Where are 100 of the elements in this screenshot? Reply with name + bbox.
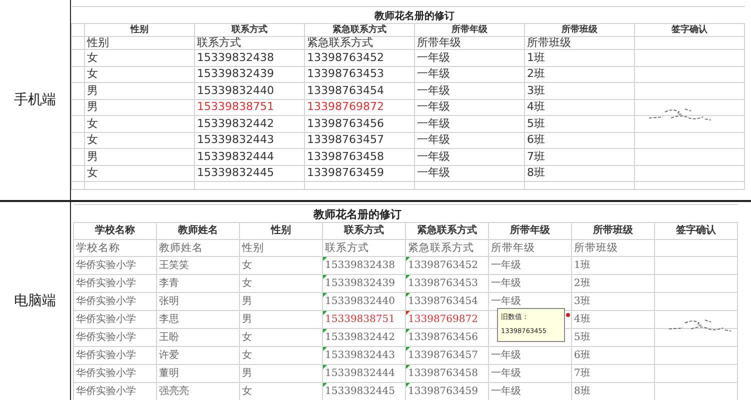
table-cell: 13398763457 xyxy=(307,133,384,146)
column-header: 所带班级 xyxy=(572,222,654,240)
table-cell: 一年级 xyxy=(417,133,450,146)
corner-mark-icon xyxy=(406,275,410,279)
table-cell: 一年级 xyxy=(491,368,521,378)
table-cell: 13398763457 xyxy=(408,350,478,360)
column-header: 学校名称 xyxy=(74,222,156,240)
table-cell: 7班 xyxy=(527,150,545,163)
table-cell: 一年级 xyxy=(491,350,521,360)
corner-mark-icon xyxy=(406,347,410,351)
table-cell: 15339832445 xyxy=(197,166,274,180)
corner-mark-icon xyxy=(323,383,327,387)
table-cell: 13398763458 xyxy=(307,150,384,163)
table-cell: 一年级 xyxy=(491,386,521,396)
table-cell: 男 xyxy=(87,150,98,163)
corner-mark-icon xyxy=(406,257,410,261)
table-cell: 15339838751 xyxy=(325,314,395,324)
table-cell: 15339832440 xyxy=(197,84,274,97)
table-cell: 一年级 xyxy=(417,150,450,163)
column-header: 签字确认 xyxy=(654,222,738,240)
table-cell: 华侨实验小学 xyxy=(76,368,136,378)
table-cell: 联系方式 xyxy=(322,240,406,256)
table-cell: 性别 xyxy=(240,240,322,256)
table-cell: 李青 xyxy=(159,278,179,288)
corner-mark-icon xyxy=(323,257,327,261)
table-cell: 15339832443 xyxy=(325,350,395,360)
table-cell: 13398769872 xyxy=(408,314,478,324)
table-cell: 15339832445 xyxy=(325,386,395,396)
corner-mark-icon xyxy=(323,311,327,315)
table-cell: 一年级 xyxy=(417,100,450,114)
table-cell: 15339832442 xyxy=(197,116,274,130)
column-header: 紧急联系方式 xyxy=(406,222,488,240)
table-cell: 教师姓名 xyxy=(156,240,240,256)
column-header: 教师姓名 xyxy=(156,222,240,240)
table-cell: 男 xyxy=(242,314,252,324)
table-cell: 女 xyxy=(242,350,252,360)
corner-mark-icon xyxy=(323,329,327,333)
table-cell: 15339832442 xyxy=(325,332,395,342)
column-header: 紧急联系方式 xyxy=(304,24,414,36)
table-cell: 15339832439 xyxy=(325,278,395,288)
table-cell: 6班 xyxy=(527,133,545,146)
table-cell: 所带年级 xyxy=(414,36,524,50)
table-cell: 紧急联系方式 xyxy=(304,36,414,50)
corner-mark-icon xyxy=(406,365,410,369)
table-cell: 强亮亮 xyxy=(159,386,189,396)
table-cell: 女 xyxy=(242,260,252,270)
table-title: 教师花名册的修订 xyxy=(314,208,402,220)
table-cell: 15339832444 xyxy=(325,368,395,378)
table-cell: 3班 xyxy=(574,296,590,306)
column-header: 签字确认 xyxy=(634,24,744,36)
table-cell: 张明 xyxy=(159,296,179,306)
table-cell: 女 xyxy=(87,67,98,80)
table-cell: 13398763456 xyxy=(307,116,384,130)
section-label: 手机端 xyxy=(14,91,56,109)
table-cell: 男 xyxy=(87,84,98,97)
table-cell: 7班 xyxy=(574,368,590,378)
table-cell: 6班 xyxy=(574,350,590,360)
table-cell: 13398763459 xyxy=(307,166,384,180)
table-cell: 女 xyxy=(242,386,252,396)
table-cell: 男 xyxy=(242,368,252,378)
corner-mark-icon xyxy=(406,329,410,333)
table-cell: 15339832439 xyxy=(197,67,274,80)
table-cell: 董明 xyxy=(159,368,179,378)
table-cell: 13398763453 xyxy=(307,67,384,80)
table-cell: 王笑笑 xyxy=(159,260,189,270)
comment-marker-icon xyxy=(566,313,570,317)
table-cell: 一年级 xyxy=(491,278,521,288)
table-cell: 15339832440 xyxy=(325,296,395,306)
table-cell: 女 xyxy=(242,278,252,288)
corner-mark-icon xyxy=(323,365,327,369)
table-cell: 15339832444 xyxy=(197,150,274,163)
table-cell: 女 xyxy=(87,116,98,130)
table-cell: 所带班级 xyxy=(572,240,654,256)
table-title: 教师花名册的修订 xyxy=(374,10,454,22)
table-cell: 华侨实验小学 xyxy=(76,278,136,288)
table-cell: 8班 xyxy=(527,166,545,180)
table-cell: 1班 xyxy=(574,260,590,270)
table-cell: 一年级 xyxy=(417,67,450,80)
table-cell: 4班 xyxy=(574,314,590,324)
corner-mark-icon xyxy=(323,275,327,279)
table-cell: 13398763459 xyxy=(408,386,478,396)
table-cell: 一年级 xyxy=(417,166,450,180)
table-cell: 13398763452 xyxy=(408,260,478,270)
table-cell: 华侨实验小学 xyxy=(76,296,136,306)
table-cell: 13398763456 xyxy=(408,332,478,342)
table-cell: 所带年级 xyxy=(488,240,572,256)
table-cell: 王盼 xyxy=(159,332,179,342)
table-cell: 华侨实验小学 xyxy=(76,386,136,396)
table-cell: 一年级 xyxy=(491,260,521,270)
table-cell: 女 xyxy=(87,133,98,146)
table-cell: 5班 xyxy=(574,332,590,342)
table-cell: 13398769872 xyxy=(307,100,384,114)
table-cell: 4班 xyxy=(527,100,545,114)
table-cell: 一年级 xyxy=(417,50,450,64)
table-cell: 学校名称 xyxy=(74,240,156,256)
table-cell: 一年级 xyxy=(491,296,521,306)
table-cell: 许爱 xyxy=(159,350,179,360)
table-cell: 13398763458 xyxy=(408,368,478,378)
table-cell: 3班 xyxy=(527,84,545,97)
table-cell: 男 xyxy=(242,296,252,306)
